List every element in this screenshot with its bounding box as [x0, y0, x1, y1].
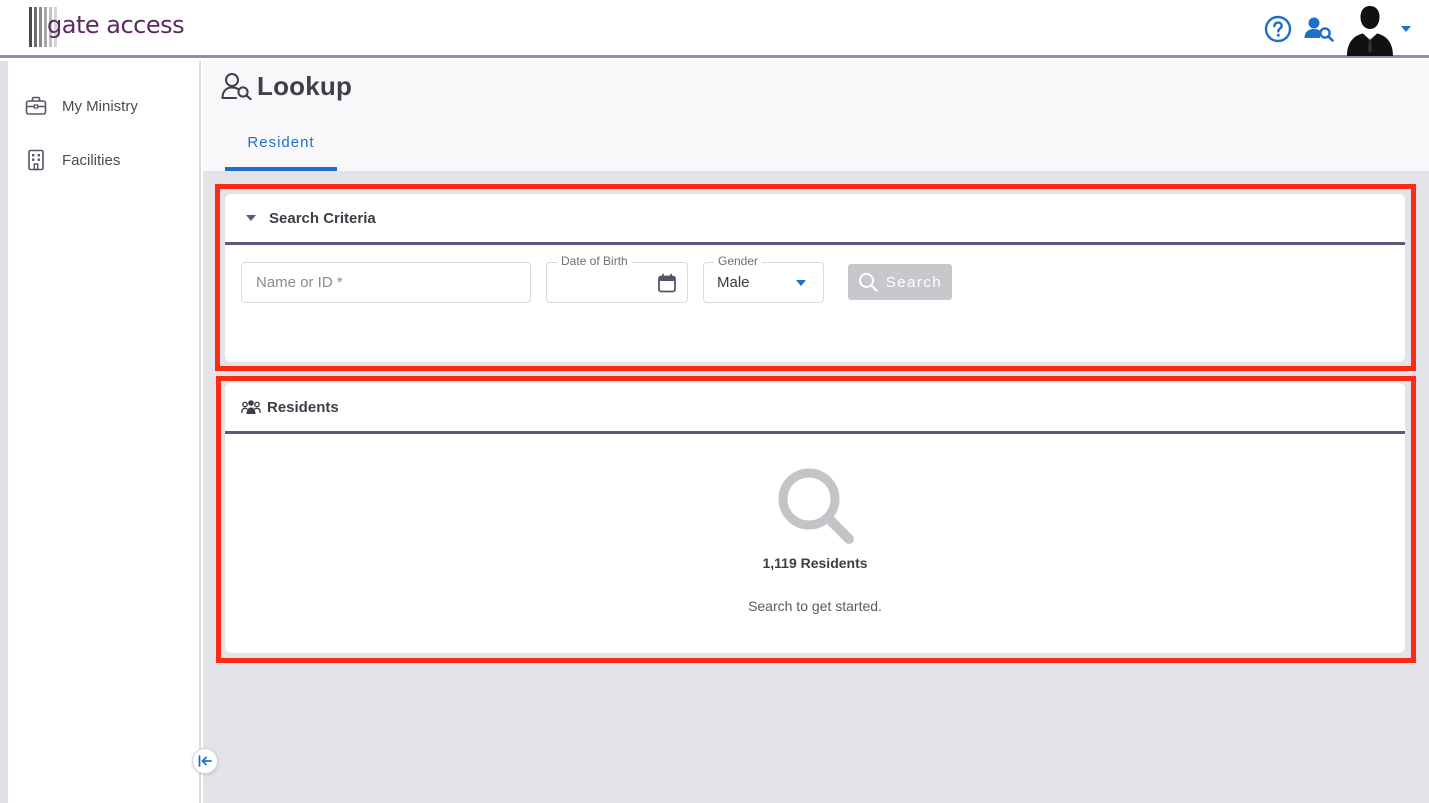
page-title: Lookup: [257, 70, 353, 101]
logo-bar: [34, 7, 37, 47]
card-title: Residents: [267, 398, 339, 416]
left-edge-strip: [0, 61, 8, 803]
people-group-icon: [241, 398, 261, 416]
tab-label: Resident: [247, 134, 315, 151]
gender-label: Gender: [714, 254, 763, 268]
collapse-caret-icon[interactable]: [243, 210, 259, 226]
collapse-left-icon: [198, 755, 212, 767]
briefcase-icon: [24, 94, 48, 118]
tab-resident[interactable]: Resident: [225, 131, 337, 171]
caret-down-icon: [1401, 26, 1411, 32]
sidebar-collapse-button[interactable]: [192, 748, 218, 774]
search-criteria-header[interactable]: Search Criteria: [225, 194, 1405, 245]
logo-bar: [29, 7, 32, 47]
sidebar: My Ministry Facilities: [8, 61, 201, 803]
header-actions: [1263, 2, 1413, 56]
name-or-id-input[interactable]: [242, 263, 530, 302]
user-lookup-button[interactable]: [1303, 14, 1335, 44]
caret-down-icon: [796, 280, 806, 286]
avatar-silhouette-icon: [1347, 6, 1393, 56]
date-of-birth-label: Date of Birth: [557, 254, 632, 268]
calendar-icon[interactable]: [657, 273, 677, 293]
search-criteria-card: Search Criteria Date of Birth Gender Mal…: [225, 194, 1405, 362]
card-title: Search Criteria: [269, 209, 376, 227]
empty-state-hint: Search to get started.: [748, 598, 882, 614]
avatar-menu-caret[interactable]: [1399, 22, 1413, 36]
residents-header: Residents: [225, 383, 1405, 434]
date-of-birth-field[interactable]: Date of Birth: [546, 254, 688, 303]
question-circle-icon: [1264, 15, 1292, 43]
gender-select[interactable]: Gender Male: [703, 254, 824, 303]
sidebar-item-facilities[interactable]: Facilities: [24, 145, 120, 175]
sidebar-item-label: Facilities: [62, 151, 121, 169]
top-header: gate access: [0, 0, 1429, 58]
logo[interactable]: gate access: [29, 5, 198, 47]
building-icon: [24, 148, 48, 172]
search-icon: [778, 468, 854, 544]
logo-text: gate access: [47, 11, 185, 39]
search-button-label: Search: [885, 273, 943, 291]
main-content: Lookup Resident Search Criteria Date of …: [203, 61, 1429, 803]
page-header: Lookup Resident: [203, 61, 1429, 171]
logo-bar: [39, 7, 42, 47]
page-title-area: Lookup: [221, 71, 352, 101]
name-or-id-field[interactable]: [241, 262, 531, 303]
resident-count: 1,119 Residents: [762, 555, 868, 571]
user-search-icon: [221, 72, 253, 100]
sidebar-item-my-ministry[interactable]: My Ministry: [24, 91, 138, 121]
residents-card: Residents 1,119 Residents Search to get …: [225, 383, 1405, 653]
avatar[interactable]: [1343, 2, 1397, 56]
help-button[interactable]: [1263, 14, 1293, 44]
search-icon: [858, 272, 878, 292]
search-button[interactable]: Search: [848, 264, 952, 300]
sidebar-item-label: My Ministry: [62, 97, 138, 115]
user-search-icon: [1304, 17, 1334, 42]
gender-value: Male: [717, 274, 750, 291]
